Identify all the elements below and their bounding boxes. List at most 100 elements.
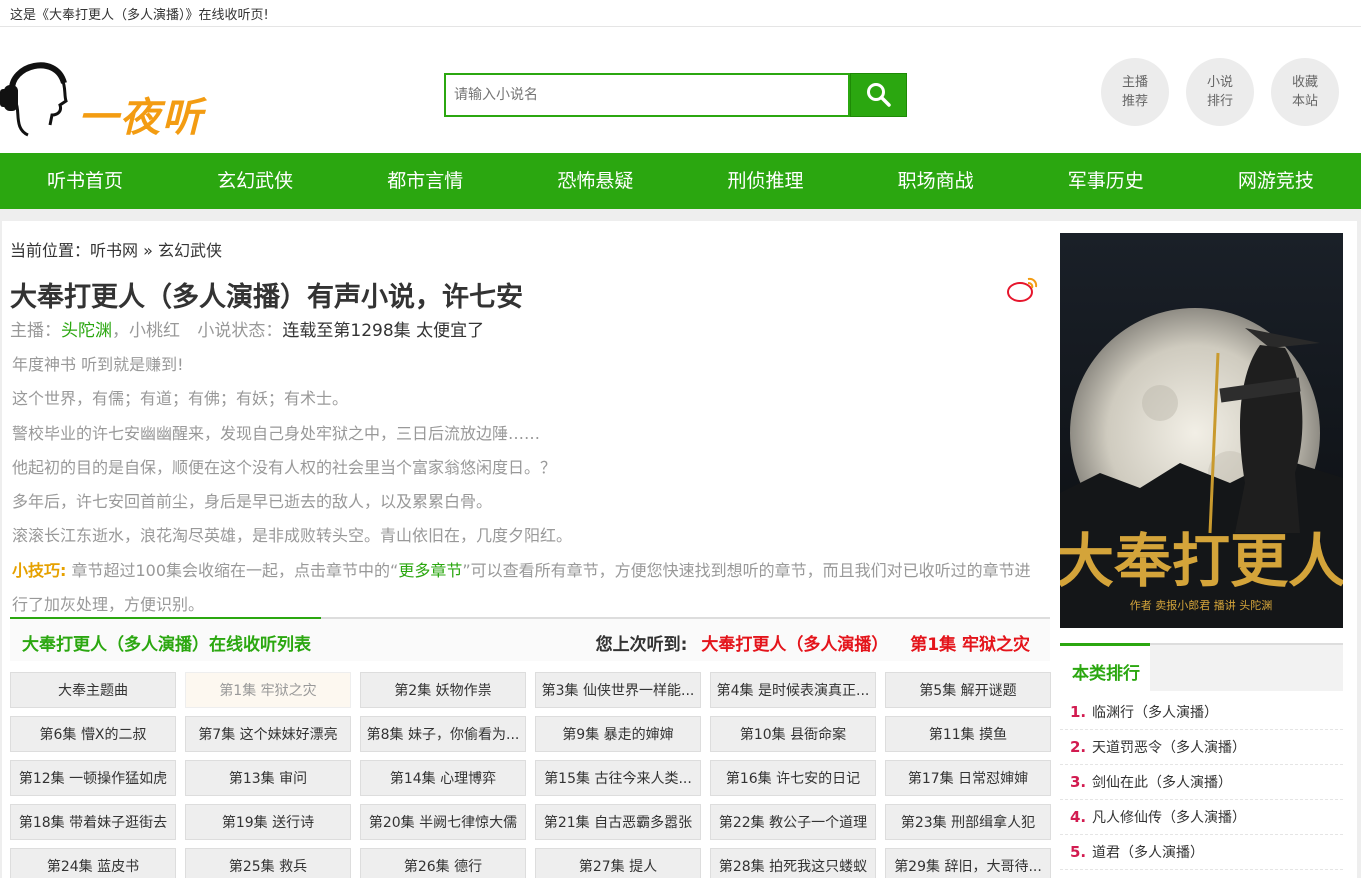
cover-title: 大奉打更人: [1060, 527, 1343, 595]
rank-item[interactable]: 5. 道君（多人演播）: [1060, 835, 1343, 870]
episode-button[interactable]: 第16集 许七安的日记: [710, 760, 876, 796]
bookmark-site-line1: 收藏: [1291, 75, 1318, 90]
episode-button[interactable]: 第2集 妖物作祟: [360, 672, 526, 708]
more-chapters-link[interactable]: 更多章节: [398, 561, 462, 580]
episode-button[interactable]: 第29集 辞旧，大哥待...: [885, 848, 1051, 878]
breadcrumb-home[interactable]: 听书网: [90, 241, 138, 260]
top-bar: 这是《大奉打更人（多人演播）》在线收听页!: [0, 0, 1361, 27]
episode-list-title: 大奉打更人（多人演播）在线收听列表: [22, 635, 311, 655]
description-line: 年度神书 听到就是赚到!: [12, 355, 184, 374]
breadcrumb-current[interactable]: 玄幻武侠: [158, 241, 222, 260]
episode-button[interactable]: 第26集 德行: [360, 848, 526, 878]
nav-gaming[interactable]: 网游竞技: [1191, 153, 1361, 209]
cover-image: 大奉打更人 作者 卖报小郎君 播讲 头陀渊: [1060, 233, 1343, 628]
episode-button[interactable]: 第6集 懵X的二叔: [10, 716, 176, 752]
cover-credit: 作者 卖报小郎君 播讲 头陀渊: [1130, 598, 1273, 612]
episode-button[interactable]: 第3集 仙侠世界一样能...: [535, 672, 701, 708]
weibo-share-icon[interactable]: [1006, 273, 1040, 303]
logo[interactable]: 一夜听: [0, 47, 230, 147]
rank-item-title: 道君（多人演播）: [1092, 845, 1204, 861]
main-nav: 听书首页 玄幻武侠 都市言情 恐怖悬疑 刑侦推理 职场商战 军事历史 网游竞技: [0, 153, 1361, 209]
last-listened-label: 您上次听到:: [595, 635, 688, 655]
book-title: 大奉打更人（多人演播）有声小说，许七安: [10, 282, 523, 313]
episode-button[interactable]: 第9集 暴走的婶婶: [535, 716, 701, 752]
header: 一夜听 主播 推荐 小说 排行 收藏 本站: [0, 27, 1361, 153]
nav-detective[interactable]: 刑侦推理: [681, 153, 851, 209]
rank-item[interactable]: 2. 天道罚恶令（多人演播）: [1060, 730, 1343, 765]
nav-home[interactable]: 听书首页: [0, 153, 170, 209]
rank-number: 4.: [1070, 808, 1087, 826]
episode-button[interactable]: 大奉主题曲: [10, 672, 176, 708]
episode-button[interactable]: 第4集 是时候表演真正...: [710, 672, 876, 708]
novel-ranking-button[interactable]: 小说 排行: [1186, 58, 1254, 126]
search-input[interactable]: [446, 75, 848, 115]
status-label: 小说状态：: [197, 321, 283, 341]
episode-button[interactable]: 第15集 古往今来人类...: [535, 760, 701, 796]
rank-item[interactable]: 4. 凡人修仙传（多人演播）: [1060, 800, 1343, 835]
book-meta: 主播：头陀渊，小桃红 小说状态：连载至第1298集 太便宜了: [10, 316, 484, 341]
last-listened-episode[interactable]: 第1集 牢狱之灾: [910, 635, 1030, 655]
anchor-secondary: ，小桃红: [112, 321, 180, 341]
rank-item[interactable]: 3. 剑仙在此（多人演播）: [1060, 765, 1343, 800]
search-button[interactable]: [850, 73, 907, 117]
episode-button[interactable]: 第19集 送行诗: [185, 804, 351, 840]
episode-list-header: 大奉打更人（多人演播）在线收听列表 您上次听到: 大奉打更人（多人演播） 第1集…: [10, 617, 1050, 661]
nav-urban[interactable]: 都市言情: [340, 153, 510, 209]
rank-item-title: 天道罚恶令（多人演播）: [1092, 740, 1246, 756]
episode-button[interactable]: 第28集 拍死我这只蝼蚁: [710, 848, 876, 878]
status-value: 连载至第1298集 太便宜了: [282, 321, 485, 341]
nav-horror[interactable]: 恐怖悬疑: [510, 153, 680, 209]
tip-text-before: 章节超过100集会收缩在一起，点击章节中的“: [66, 561, 399, 580]
nav-fantasy[interactable]: 玄幻武侠: [170, 153, 340, 209]
episode-button[interactable]: 第24集 蓝皮书: [10, 848, 176, 878]
last-listened-book[interactable]: 大奉打更人（多人演播）: [701, 635, 888, 655]
search-box: [444, 73, 850, 117]
episode-button[interactable]: 第10集 县衙命案: [710, 716, 876, 752]
description-line: 滚滚长江东逝水，浪花淘尽英雄，是非成败转头空。青山依旧在，几度夕阳红。: [12, 526, 573, 545]
anchor-link[interactable]: 头陀渊: [61, 321, 112, 341]
episode-button[interactable]: 第13集 审问: [185, 760, 351, 796]
episode-button[interactable]: 第11集 摸鱼: [885, 716, 1051, 752]
list-header-accent: [10, 617, 321, 619]
anchor-recommend-line2: 推荐: [1121, 94, 1148, 109]
breadcrumb-separator: »: [143, 241, 153, 260]
top-bar-text: 这是《大奉打更人（多人演播）》在线收听页!: [10, 8, 269, 23]
episode-button[interactable]: 第20集 半阙七律惊大儒: [360, 804, 526, 840]
episode-button[interactable]: 第27集 提人: [535, 848, 701, 878]
episode-button[interactable]: 第25集 救兵: [185, 848, 351, 878]
episode-button[interactable]: 第12集 一顿操作猛如虎: [10, 760, 176, 796]
rank-item-title: 剑仙在此（多人演播）: [1092, 775, 1232, 791]
last-listened: 您上次听到: 大奉打更人（多人演播） 第1集 牢狱之灾: [596, 630, 1030, 655]
headphone-head-icon: [0, 62, 68, 137]
episode-button[interactable]: 第18集 带着妹子逛街去: [10, 804, 176, 840]
episode-button[interactable]: 第5集 解开谜题: [885, 672, 1051, 708]
episode-button[interactable]: 第22集 教公子一个道理: [710, 804, 876, 840]
episode-button[interactable]: 第17集 日常怼婶婶: [885, 760, 1051, 796]
tip-paragraph: 小技巧: 章节超过100集会收缩在一起，点击章节中的“更多章节”可以查看所有章节…: [12, 554, 1044, 622]
rank-title: 本类排行: [1072, 664, 1140, 684]
description-line: 警校毕业的许七安幽幽醒来，发现自己身处牢狱之中，三日后流放边陲……: [12, 424, 541, 443]
episode-button[interactable]: 第7集 这个妹妹好漂亮: [185, 716, 351, 752]
rank-tab[interactable]: 本类排行: [1060, 645, 1150, 691]
description-line: 他起初的目的是自保，顺便在这个没有人权的社会里当个富家翁悠闲度日。？: [12, 458, 557, 477]
content-wrapper: 当前位置：听书网 » 玄幻武侠 大奉打更人（多人演播）有声小说，许七安 主播：头…: [0, 209, 1361, 878]
anchor-label: 主播：: [10, 321, 61, 341]
episode-button[interactable]: 第23集 刑部缉拿人犯: [885, 804, 1051, 840]
bookmark-site-button[interactable]: 收藏 本站: [1271, 58, 1339, 126]
breadcrumb-prefix: 当前位置：: [10, 241, 91, 260]
episode-button[interactable]: 第8集 妹子，你偷看为...: [360, 716, 526, 752]
rank-item[interactable]: 1. 临渊行（多人演播）: [1060, 695, 1343, 730]
breadcrumb: 当前位置：听书网 » 玄幻武侠: [10, 237, 222, 261]
episode-button[interactable]: 第21集 自古恶霸多嚣张: [535, 804, 701, 840]
tip-label: 小技巧:: [12, 561, 67, 580]
rank-number: 3.: [1070, 773, 1087, 791]
nav-military[interactable]: 军事历史: [1021, 153, 1191, 209]
book-cover[interactable]: 大奉打更人 作者 卖报小郎君 播讲 头陀渊: [1060, 233, 1343, 628]
search-icon: [866, 83, 891, 107]
episode-button[interactable]: 第1集 牢狱之灾: [185, 672, 351, 708]
description-line: 这个世界，有儒；有道；有佛；有妖；有术士。: [12, 389, 349, 408]
logo-text: 一夜听: [78, 95, 204, 141]
anchor-recommend-button[interactable]: 主播 推荐: [1101, 58, 1169, 126]
nav-business[interactable]: 职场商战: [851, 153, 1021, 209]
episode-button[interactable]: 第14集 心理博弈: [360, 760, 526, 796]
